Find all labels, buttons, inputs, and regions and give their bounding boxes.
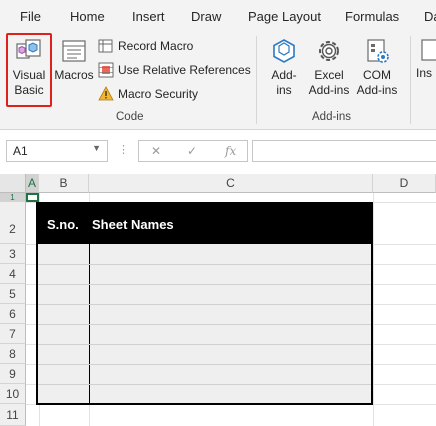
macros-button[interactable]: Macros xyxy=(54,36,94,83)
insert-icon xyxy=(421,39,436,61)
add-ins-icon xyxy=(273,39,295,63)
macros-label: Macros xyxy=(54,68,94,82)
relative-references-icon xyxy=(98,62,114,78)
formula-buttons: ✕ ✓ fx xyxy=(138,140,248,162)
column-header-b[interactable]: B xyxy=(39,174,89,193)
tab-formulas[interactable]: Formulas xyxy=(345,9,399,24)
use-relative-references-label: Use Relative References xyxy=(118,63,251,77)
row-header-10[interactable]: 10 xyxy=(0,384,26,404)
macros-icon xyxy=(62,40,86,62)
name-box[interactable]: A1 ▼ xyxy=(6,140,108,162)
add-ins-button[interactable]: Add- ins xyxy=(266,36,302,98)
table-row xyxy=(38,364,371,365)
select-all-corner[interactable] xyxy=(0,174,26,193)
visual-basic-icon xyxy=(16,39,41,59)
row-header-8[interactable]: 8 xyxy=(0,344,26,364)
column-header-d[interactable]: D xyxy=(373,174,436,193)
tab-home[interactable]: Home xyxy=(70,9,105,24)
record-macro-button[interactable]: Record Macro xyxy=(98,38,193,54)
tab-data-partial[interactable]: Da xyxy=(424,9,436,24)
insert-function-icon[interactable]: fx xyxy=(225,144,236,158)
group-separator-2 xyxy=(410,36,411,124)
warning-icon xyxy=(98,86,114,101)
row-header-2[interactable]: 2 xyxy=(0,202,26,244)
row-header-5[interactable]: 5 xyxy=(0,284,26,304)
insert-partial-label: Ins xyxy=(416,66,433,80)
grip-icon: ⋮ xyxy=(118,144,129,156)
visual-basic-label-1: Visual xyxy=(12,68,46,82)
insert-partial-button[interactable]: Ins xyxy=(416,36,436,81)
com-add-ins-label-2: Add-ins xyxy=(356,83,398,97)
formula-bar: A1 ▼ ⋮ ✕ ✓ fx xyxy=(0,131,436,174)
row-header-9[interactable]: 9 xyxy=(0,364,26,384)
column-header-c[interactable]: C xyxy=(89,174,373,193)
row-header-3[interactable]: 3 xyxy=(0,244,26,264)
name-box-value: A1 xyxy=(13,144,28,158)
formula-input[interactable] xyxy=(252,140,436,162)
active-cell-a1[interactable] xyxy=(26,193,39,202)
code-group-label: Code xyxy=(116,111,144,123)
record-macro-icon xyxy=(98,39,113,53)
tab-insert[interactable]: Insert xyxy=(132,9,165,24)
table-row xyxy=(38,264,371,265)
enter-icon[interactable]: ✓ xyxy=(187,144,197,158)
row-header-7[interactable]: 7 xyxy=(0,324,26,344)
table-header: S.no. Sheet Names xyxy=(38,204,371,244)
sheet-names-table: S.no. Sheet Names xyxy=(36,202,373,405)
row-header-11[interactable]: 11 xyxy=(0,404,26,426)
table-row xyxy=(38,304,371,305)
group-separator xyxy=(256,36,257,124)
table-row xyxy=(38,384,371,385)
visual-basic-button[interactable]: Visual Basic xyxy=(8,36,50,98)
tab-draw[interactable]: Draw xyxy=(191,9,221,24)
com-add-ins-button[interactable]: COM Add-ins xyxy=(354,36,400,98)
macro-security-button[interactable]: Macro Security xyxy=(98,86,198,102)
excel-add-ins-button[interactable]: Excel Add-ins xyxy=(306,36,352,98)
row-header-1[interactable]: 1 xyxy=(0,193,26,202)
header-sheet-names[interactable]: Sheet Names xyxy=(92,217,174,232)
row-header-6[interactable]: 6 xyxy=(0,304,26,324)
table-row xyxy=(38,284,371,285)
add-ins-label-1: Add- xyxy=(271,68,297,82)
tab-page-layout[interactable]: Page Layout xyxy=(248,9,321,24)
ribbon: Visual Basic Macros Record Macro Use Rel… xyxy=(0,30,436,130)
add-ins-label-2: ins xyxy=(276,83,292,97)
tab-file[interactable]: File xyxy=(20,9,41,24)
gear-icon xyxy=(319,41,339,61)
com-add-ins-icon xyxy=(367,39,389,63)
gridline xyxy=(373,193,374,426)
row-header-4[interactable]: 4 xyxy=(0,264,26,284)
table-row xyxy=(38,324,371,325)
header-sno[interactable]: S.no. xyxy=(47,217,79,232)
menu-bar: File Home Insert Draw Page Layout Formul… xyxy=(0,0,436,30)
record-macro-label: Record Macro xyxy=(118,39,194,53)
excel-add-ins-label-2: Add-ins xyxy=(308,83,350,97)
visual-basic-label-2: Basic xyxy=(14,83,44,97)
chevron-down-icon[interactable]: ▼ xyxy=(92,143,101,153)
excel-add-ins-label-1: Excel xyxy=(314,68,344,82)
com-add-ins-label-1: COM xyxy=(363,68,391,82)
table-row xyxy=(38,344,371,345)
cancel-icon[interactable]: ✕ xyxy=(151,144,161,158)
use-relative-references-button[interactable]: Use Relative References xyxy=(98,62,251,78)
add-ins-group-label: Add-ins xyxy=(312,111,351,123)
column-header-a[interactable]: A xyxy=(26,174,39,193)
macro-security-label: Macro Security xyxy=(118,87,199,101)
worksheet-grid: A B C D 1 2 3 4 5 6 7 8 9 10 11 S.no. Sh… xyxy=(0,174,436,426)
